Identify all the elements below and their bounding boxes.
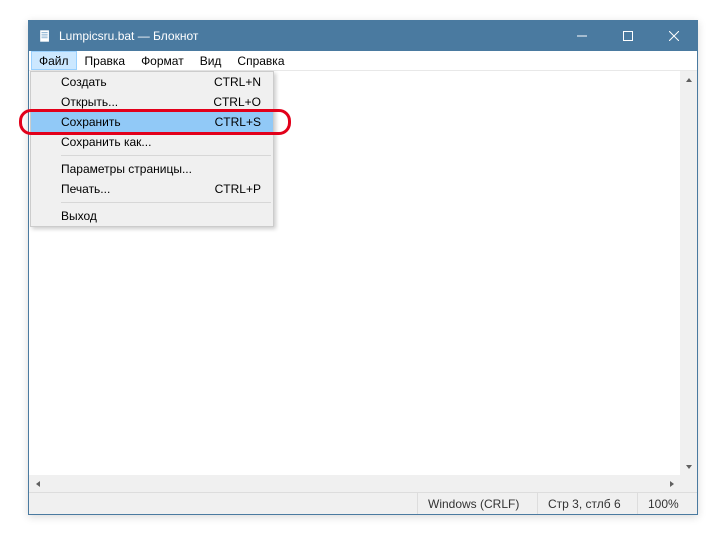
menu-item-page-setup[interactable]: Параметры страницы... [31,159,273,179]
menu-help[interactable]: Справка [229,51,292,70]
menu-item-label: Параметры страницы... [61,162,261,176]
scroll-left-icon[interactable] [29,475,46,492]
menu-item-shortcut: CTRL+S [215,115,269,129]
menu-item-print[interactable]: Печать... CTRL+P [31,179,273,199]
status-zoom: 100% [637,493,697,514]
menu-item-label: Сохранить как... [61,135,261,149]
notepad-icon [37,28,53,44]
menu-item-exit[interactable]: Выход [31,206,273,226]
menu-item-label: Создать [61,75,214,89]
notepad-window: Lumpicsru.bat — Блокнот Файл Правка Форм… [28,20,698,515]
menu-item-label: Открыть... [61,95,213,109]
minimize-button[interactable] [559,21,605,51]
menu-item-save[interactable]: Сохранить CTRL+S [31,112,273,132]
maximize-button[interactable] [605,21,651,51]
menu-view[interactable]: Вид [192,51,230,70]
scroll-up-icon[interactable] [680,71,697,88]
menu-edit[interactable]: Правка [77,51,134,70]
menu-item-shortcut: CTRL+O [213,95,269,109]
menu-item-label: Сохранить [61,115,215,129]
menu-item-open[interactable]: Открыть... CTRL+O [31,92,273,112]
menu-separator [61,155,271,156]
menubar: Файл Правка Формат Вид Справка [29,51,697,71]
menu-item-label: Выход [61,209,261,223]
status-cursor-position: Стр 3, стлб 6 [537,493,637,514]
close-button[interactable] [651,21,697,51]
menu-item-label: Печать... [61,182,215,196]
menu-item-shortcut: CTRL+P [215,182,269,196]
window-title: Lumpicsru.bat — Блокнот [59,29,559,43]
menu-item-save-as[interactable]: Сохранить как... [31,132,273,152]
menu-item-new[interactable]: Создать CTRL+N [31,72,273,92]
titlebar[interactable]: Lumpicsru.bat — Блокнот [29,21,697,51]
statusbar: Windows (CRLF) Стр 3, стлб 6 100% [29,492,697,514]
text-area[interactable]: Создать CTRL+N Открыть... CTRL+O Сохрани… [29,71,697,492]
file-menu-dropdown: Создать CTRL+N Открыть... CTRL+O Сохрани… [30,71,274,227]
horizontal-scrollbar[interactable] [29,475,680,492]
scroll-right-icon[interactable] [663,475,680,492]
menu-item-shortcut: CTRL+N [214,75,269,89]
window-controls [559,21,697,51]
scroll-corner [680,475,697,492]
menu-format[interactable]: Формат [133,51,192,70]
vertical-scrollbar[interactable] [680,71,697,475]
menu-separator [61,202,271,203]
scroll-down-icon[interactable] [680,458,697,475]
menu-file[interactable]: Файл [31,51,77,70]
status-line-ending: Windows (CRLF) [417,493,537,514]
